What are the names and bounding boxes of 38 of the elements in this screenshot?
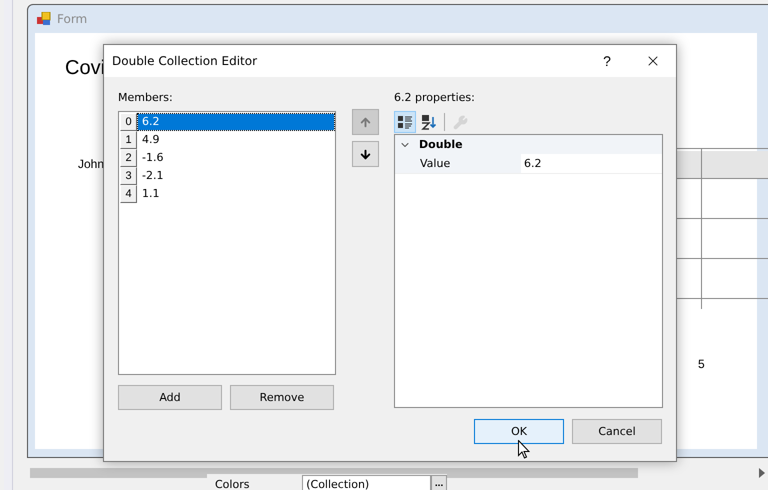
index-button[interactable]: 2 xyxy=(120,149,137,167)
ellipsis-button[interactable]: ... xyxy=(431,475,447,490)
sort-icon xyxy=(421,114,437,130)
list-button[interactable]: Add xyxy=(118,385,222,410)
axis-label: 5 xyxy=(698,357,705,371)
dialog-button[interactable]: OK xyxy=(474,419,564,444)
index-button[interactable]: 3 xyxy=(120,167,137,185)
member-item[interactable]: -1.6 xyxy=(138,150,334,166)
help-button[interactable]: ? xyxy=(584,45,630,77)
dialog-button[interactable]: Cancel xyxy=(572,419,662,444)
members-label: Members: xyxy=(118,91,174,106)
categorized-icon xyxy=(397,114,413,130)
property-name: Value xyxy=(419,156,452,172)
index-button[interactable]: 0 xyxy=(120,113,137,131)
member-item[interactable]: 1.1 xyxy=(138,186,334,202)
member-item[interactable]: -2.1 xyxy=(138,168,334,184)
scroll-right-icon[interactable] xyxy=(758,468,766,478)
cursor-icon xyxy=(518,440,530,459)
list-button[interactable]: Remove xyxy=(230,385,334,410)
property-label: Colors xyxy=(214,478,250,490)
index-button[interactable]: 1 xyxy=(120,131,137,149)
name-label: John xyxy=(78,157,104,171)
wrench-icon xyxy=(452,114,468,130)
properties-label: 6.2 properties: xyxy=(394,91,476,106)
category-label: Double xyxy=(419,138,463,151)
heading: Covi xyxy=(65,57,106,80)
form-title: Form xyxy=(57,12,88,26)
form-icon xyxy=(37,12,51,26)
member-item[interactable]: 4.9 xyxy=(138,132,334,148)
move-down-button[interactable] xyxy=(352,141,378,167)
dialog-title: Double Collection Editor xyxy=(112,54,258,68)
arrow-down-icon xyxy=(358,148,372,160)
property-value[interactable]: (Collection) xyxy=(302,475,432,490)
member-item[interactable]: 6.2 xyxy=(138,114,334,130)
property-value[interactable]: 6.2 xyxy=(521,154,662,173)
index-button[interactable]: 4 xyxy=(120,185,137,203)
toolbar-button[interactable] xyxy=(394,111,416,133)
arrow-up-icon xyxy=(358,116,372,128)
